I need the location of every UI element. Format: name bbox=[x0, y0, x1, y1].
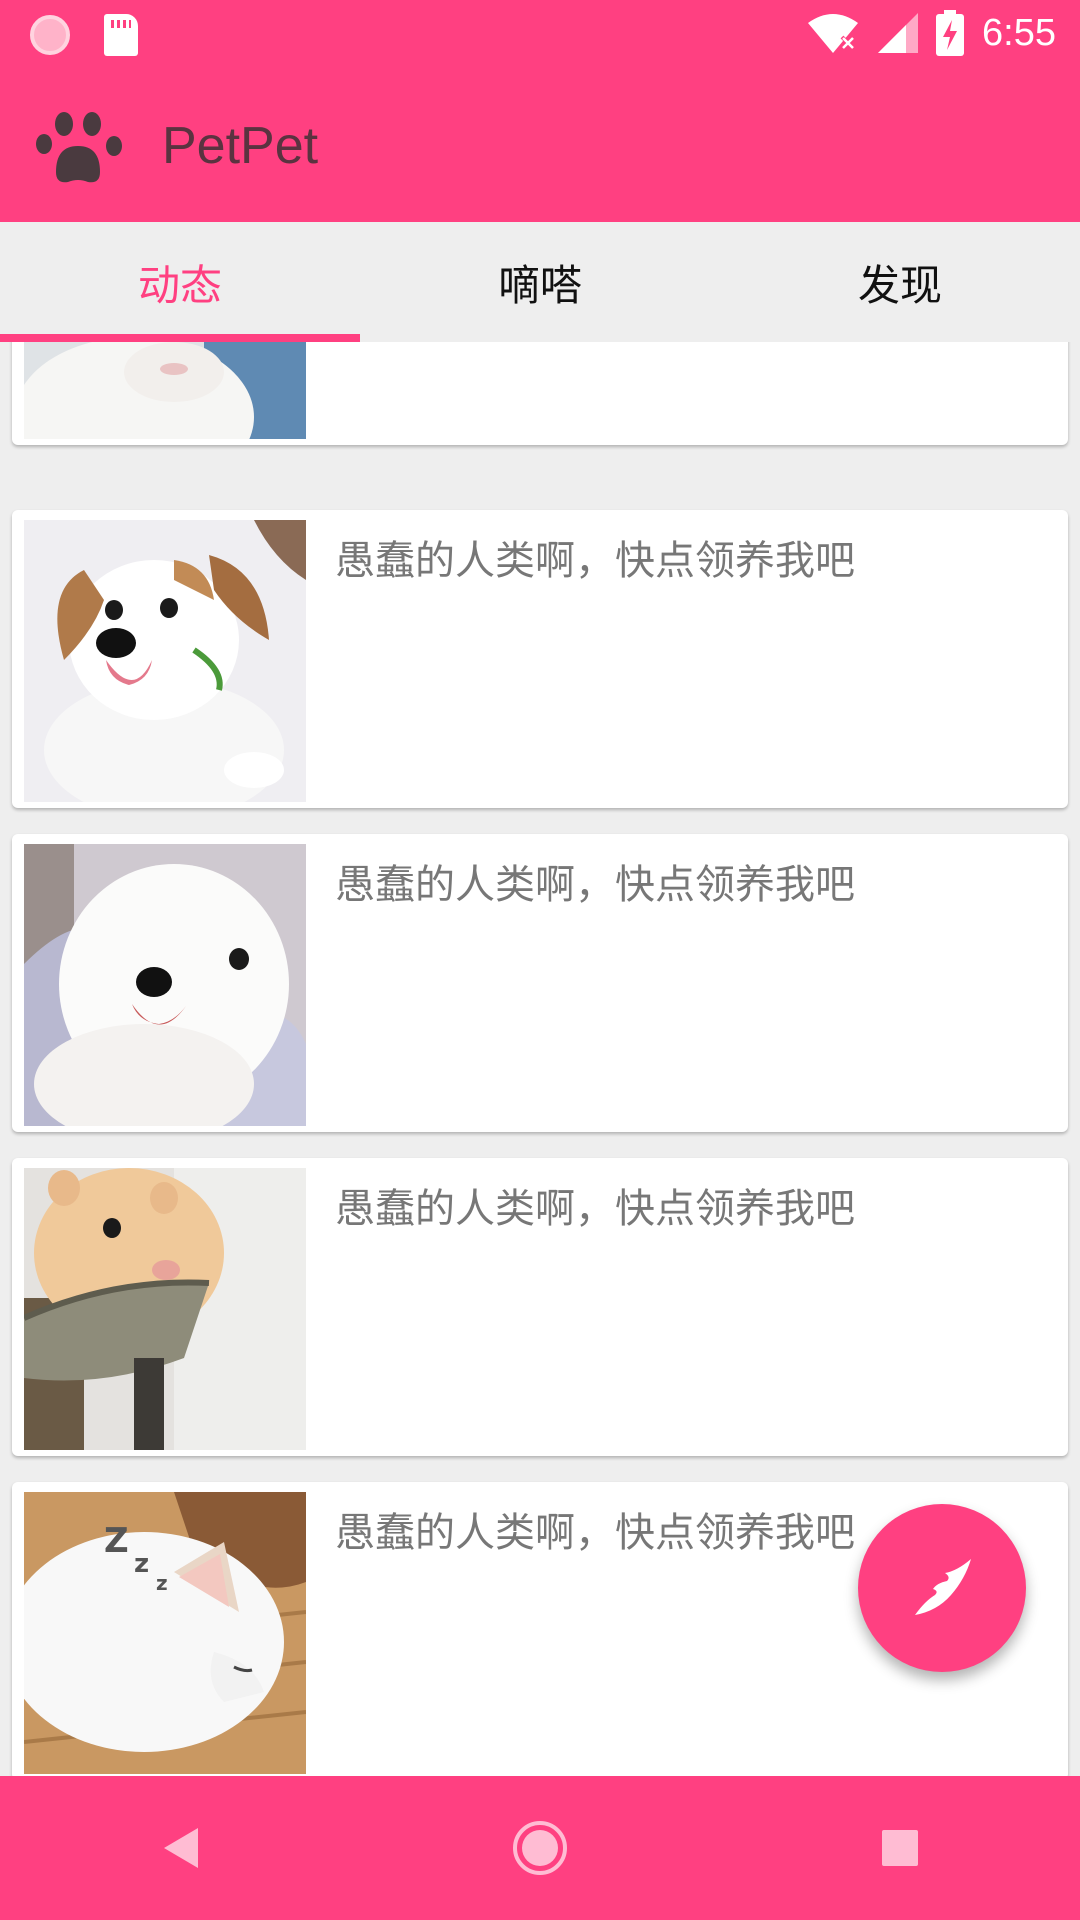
post-caption: 愚蠢的人类啊，快点领养我吧 bbox=[335, 1510, 855, 1556]
list-item[interactable]: 愚蠢的人类啊，快点领养我吧 bbox=[12, 1158, 1068, 1456]
recents-button[interactable] bbox=[855, 1803, 945, 1893]
status-bar: 6:55 bbox=[0, 0, 1080, 72]
pet-photo bbox=[24, 520, 306, 802]
status-left-icons bbox=[30, 14, 138, 56]
signal-icon bbox=[878, 13, 919, 53]
pet-photo bbox=[24, 342, 306, 439]
loading-icon bbox=[30, 15, 70, 55]
list-item[interactable] bbox=[12, 342, 1068, 445]
clock: 6:55 bbox=[982, 11, 1056, 54]
status-right-icons: 6:55 bbox=[806, 10, 1056, 56]
tab-dynamic[interactable]: 动态 bbox=[0, 222, 360, 342]
home-button[interactable] bbox=[495, 1803, 585, 1893]
compose-fab-button[interactable] bbox=[858, 1504, 1026, 1672]
battery-charging-icon bbox=[936, 10, 965, 56]
list-item[interactable]: 愚蠢的人类啊，快点领养我吧 bbox=[12, 834, 1068, 1132]
paw-icon bbox=[36, 112, 122, 183]
post-caption: 愚蠢的人类啊，快点领养我吧 bbox=[335, 1186, 855, 1232]
app-title: PetPet bbox=[162, 117, 319, 175]
post-caption: 愚蠢的人类啊，快点领养我吧 bbox=[335, 538, 855, 584]
feather-icon bbox=[915, 1559, 971, 1615]
svg-text:Z: Z bbox=[104, 1521, 129, 1561]
svg-text:z: z bbox=[134, 1549, 149, 1579]
back-icon bbox=[164, 1828, 198, 1868]
list-item[interactable]: 愚蠢的人类啊，快点领养我吧 bbox=[12, 510, 1068, 808]
home-icon bbox=[513, 1821, 567, 1875]
app-bar: PetPet bbox=[0, 72, 1080, 222]
recents-icon bbox=[882, 1830, 918, 1866]
sd-card-icon bbox=[104, 14, 138, 56]
pet-photo: Z z z bbox=[24, 1492, 306, 1774]
post-caption: 愚蠢的人类啊，快点领养我吧 bbox=[335, 862, 855, 908]
tab-bar: 动态 嘀嗒 发现 bbox=[0, 222, 1080, 342]
back-button[interactable] bbox=[135, 1803, 225, 1893]
pet-photo bbox=[24, 844, 306, 1126]
navigation-bar bbox=[0, 1776, 1080, 1920]
svg-text:z: z bbox=[156, 1571, 168, 1595]
wifi-off-icon bbox=[808, 14, 859, 53]
tab-dida[interactable]: 嘀嗒 bbox=[360, 222, 720, 342]
tab-discover[interactable]: 发现 bbox=[720, 222, 1080, 342]
pet-photo bbox=[24, 1168, 306, 1450]
